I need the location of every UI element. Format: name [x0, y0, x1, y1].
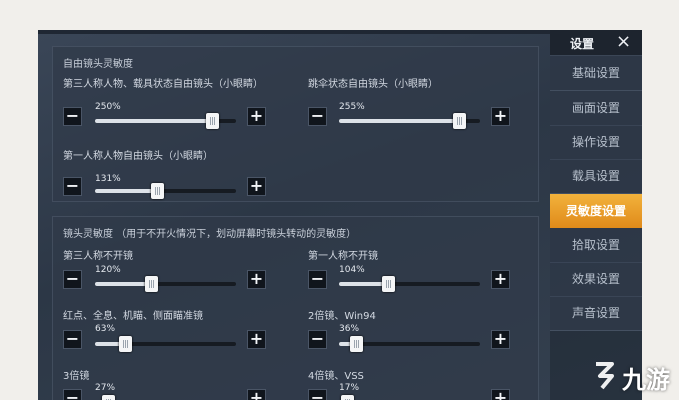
slider-thumb[interactable] [101, 395, 115, 400]
settings-screen: 自由镜头灵敏度 第三人称人物、载具状态自由镜头（小眼睛） 250% − + 跳伞… [38, 30, 642, 400]
slider-thumb[interactable] [452, 113, 466, 129]
camera-panel: 镜头灵敏度 （用于不开火情况下，划动屏幕时镜头转动的灵敏度） 第三人称不开镜 1… [52, 216, 539, 400]
slider-track[interactable] [95, 276, 236, 292]
increase-button[interactable]: + [247, 107, 266, 126]
decrease-button[interactable]: − [63, 389, 82, 400]
increase-button[interactable]: + [491, 389, 510, 400]
slider-label: 跳伞状态自由镜头（小眼睛） [308, 79, 438, 90]
sidebar-item-basic[interactable]: 基础设置 [550, 56, 642, 91]
sidebar-item-vehicle[interactable]: 载具设置 [550, 159, 642, 194]
watermark-text: 九游 [622, 366, 670, 394]
free-camera-title: 自由镜头灵敏度 [63, 59, 133, 70]
decrease-button[interactable]: − [63, 330, 82, 349]
slider-track[interactable] [95, 336, 236, 352]
sidebar-item-effects[interactable]: 效果设置 [550, 262, 642, 297]
nine-game-logo-icon [596, 362, 614, 390]
decrease-button[interactable]: − [63, 270, 82, 289]
slider-label: 红点、全息、机瞄、侧面瞄准镜 [63, 311, 203, 322]
increase-button[interactable]: + [491, 107, 510, 126]
slider-thumb[interactable] [341, 395, 355, 400]
slider-value: 17% [339, 383, 360, 393]
slider-value: 36% [339, 324, 360, 334]
increase-button[interactable]: + [247, 177, 266, 196]
sidebar-item-graphics[interactable]: 画面设置 [550, 91, 642, 126]
slider-track[interactable] [95, 183, 236, 199]
slider-value: 63% [95, 324, 116, 334]
slider-thumb[interactable] [151, 183, 165, 199]
sidebar-header: 设置 × [550, 30, 642, 56]
slider-label: 第一人称人物自由镜头（小眼睛） [63, 151, 213, 162]
decrease-button[interactable]: − [63, 177, 82, 196]
decrease-button[interactable]: − [308, 107, 327, 126]
decrease-button[interactable]: − [63, 107, 82, 126]
slider-label: 2倍镜、Win94 [308, 311, 376, 322]
slider-value: 250% [95, 102, 121, 112]
slider-track[interactable] [339, 336, 480, 352]
slider-value: 104% [339, 265, 365, 275]
slider-track[interactable] [339, 113, 480, 129]
increase-button[interactable]: + [247, 270, 266, 289]
slider-fill [339, 119, 459, 123]
slider-thumb[interactable] [145, 276, 159, 292]
settings-sidebar: 设置 × 基础设置 画面设置 操作设置 载具设置 灵敏度设置 拾取设置 效果设置… [550, 30, 642, 400]
slider-value: 131% [95, 174, 121, 184]
decrease-button[interactable]: − [308, 330, 327, 349]
slider-label: 3倍镜 [63, 371, 90, 382]
slider-label: 第一人称不开镜 [308, 251, 378, 262]
increase-button[interactable]: + [247, 389, 266, 400]
close-icon[interactable]: × [616, 31, 631, 53]
camera-title: 镜头灵敏度 （用于不开火情况下，划动屏幕时镜头转动的灵敏度） [63, 229, 357, 240]
slider-thumb[interactable] [206, 113, 220, 129]
slider-thumb[interactable] [118, 336, 132, 352]
slider-label: 第三人称人物、载具状态自由镜头（小眼睛） [63, 79, 263, 90]
decrease-button[interactable]: − [308, 389, 327, 400]
increase-button[interactable]: + [247, 330, 266, 349]
sidebar-item-pickup[interactable]: 拾取设置 [550, 228, 642, 263]
sidebar-item-sensitivity[interactable]: 灵敏度设置 [550, 194, 642, 228]
free-camera-panel: 自由镜头灵敏度 第三人称人物、载具状态自由镜头（小眼睛） 250% − + 跳伞… [52, 46, 539, 202]
slider-thumb[interactable] [382, 276, 396, 292]
slider-fill [95, 282, 152, 286]
slider-fill [95, 119, 213, 123]
slider-value: 120% [95, 265, 121, 275]
slider-label: 第三人称不开镜 [63, 251, 133, 262]
slider-value: 255% [339, 102, 365, 112]
slider-fill [339, 282, 389, 286]
slider-value: 27% [95, 383, 116, 393]
slider-thumb[interactable] [349, 336, 363, 352]
slider-label: 4倍镜、VSS [308, 371, 364, 382]
slider-track[interactable] [95, 113, 236, 129]
increase-button[interactable]: + [491, 270, 510, 289]
slider-fill [95, 189, 158, 193]
decrease-button[interactable]: − [308, 270, 327, 289]
sidebar-title: 设置 [570, 37, 595, 51]
sidebar-item-controls[interactable]: 操作设置 [550, 125, 642, 160]
increase-button[interactable]: + [491, 330, 510, 349]
slider-track[interactable] [339, 276, 480, 292]
sidebar-item-audio[interactable]: 声音设置 [550, 296, 642, 331]
